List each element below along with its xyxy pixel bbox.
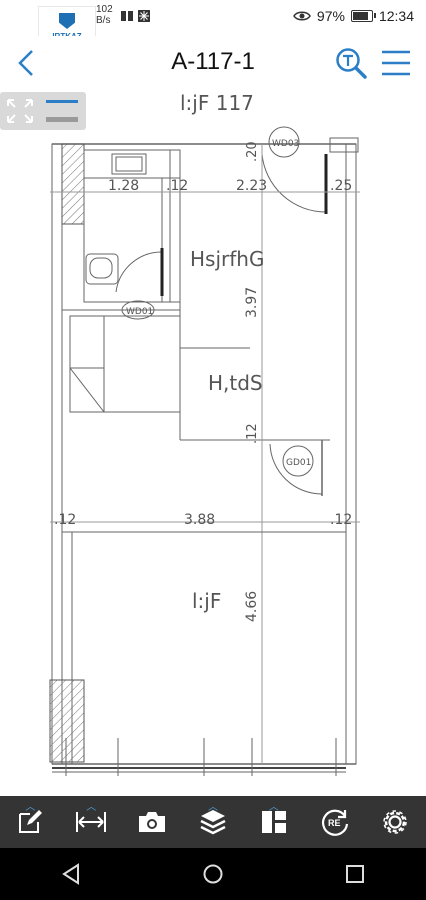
- tag-wd01: WD01: [126, 307, 153, 317]
- app-bar: A-117-1: [0, 36, 426, 93]
- settings-button[interactable]: [375, 802, 415, 842]
- refresh-re-button[interactable]: RE: [315, 802, 355, 842]
- camera-button[interactable]: [132, 802, 172, 842]
- search-text-icon: [336, 48, 367, 79]
- plan-canvas[interactable]: l:jF 117 HsjrfhG H,tdS l:jF WD03 WD01 GD…: [0, 92, 426, 796]
- book-icon: [121, 11, 133, 21]
- dim-1-28: 1.28: [108, 178, 139, 194]
- floor-plan: l:jF 117 HsjrfhG H,tdS l:jF WD03 WD01 GD…: [49, 92, 360, 776]
- dim-3-97: 3.97: [244, 287, 260, 318]
- camera-icon: [139, 812, 166, 832]
- snowflake-icon: [138, 10, 150, 22]
- dim-25: .25: [330, 178, 352, 194]
- dim-12-a: .12: [166, 178, 188, 194]
- network-speed-unit: B/s: [96, 15, 111, 26]
- room-label-a: HsjrfhG: [190, 247, 264, 271]
- layout-button[interactable]: ︿: [254, 802, 294, 842]
- measure-icon: [76, 812, 107, 832]
- dim-20: .20: [245, 141, 260, 162]
- dim-12-d: .12: [330, 512, 352, 528]
- dim-2-23: 2.23: [236, 178, 267, 194]
- room-label-b: H,tdS: [208, 371, 263, 395]
- status-bar: IRTKAZ 102 B/s 97% 12:34: [0, 0, 426, 44]
- room-label-top: l:jF 117: [180, 92, 254, 115]
- network-speed-value: 102: [96, 4, 113, 15]
- bottom-toolbar: ︿ ︿ ︿ ︿ RE: [0, 796, 426, 848]
- room-label-c: l:jF: [192, 589, 221, 613]
- battery-percent: 97%: [316, 8, 345, 24]
- refresh-icon: RE: [321, 809, 348, 836]
- measure-button[interactable]: ︿: [71, 802, 111, 842]
- nav-recents-icon[interactable]: [344, 863, 366, 885]
- nav-back-icon[interactable]: [60, 863, 82, 885]
- caret-up-icon: ︿: [268, 802, 279, 813]
- gear-icon: [383, 810, 408, 834]
- re-label: RE: [328, 818, 341, 828]
- tag-wd03: WD03: [272, 139, 299, 149]
- dim-4-66: 4.66: [244, 591, 260, 622]
- tag-gd01: GD01: [286, 458, 311, 468]
- nav-home-icon[interactable]: [202, 863, 224, 885]
- battery-icon: [350, 10, 376, 22]
- dim-12-c: .12: [54, 512, 76, 528]
- search-button[interactable]: [334, 46, 368, 80]
- clock: 12:34: [378, 8, 414, 24]
- menu-button[interactable]: [380, 48, 412, 78]
- caret-up-icon: ︿: [86, 802, 97, 813]
- eye-icon: [293, 11, 311, 21]
- caret-up-icon: ︿: [25, 802, 36, 813]
- system-nav-bar: [0, 848, 426, 900]
- edit-button[interactable]: ︿: [10, 802, 50, 842]
- layers-button[interactable]: ︿: [193, 802, 233, 842]
- dim-3-88: 3.88: [184, 512, 215, 528]
- hamburger-icon: [382, 50, 410, 76]
- logo-icon: [59, 13, 75, 29]
- caret-up-icon: ︿: [207, 802, 218, 813]
- network-speed: 102 B/s: [96, 4, 113, 26]
- dim-12-b: .12: [245, 423, 260, 444]
